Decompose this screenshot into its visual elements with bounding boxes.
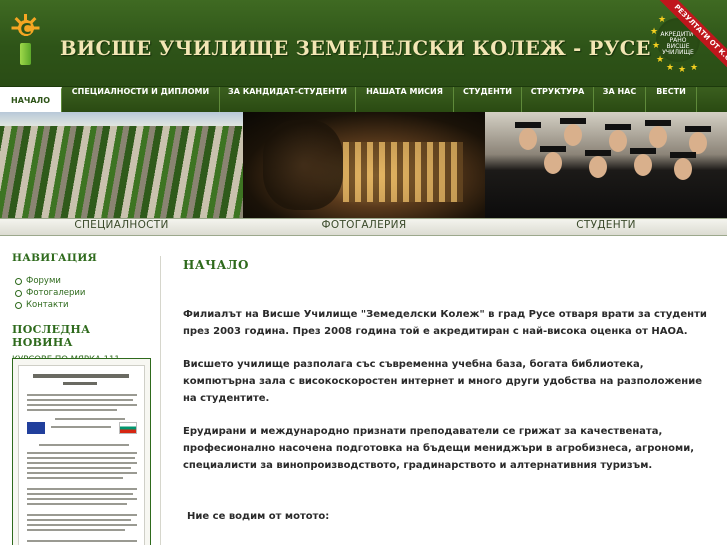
sidebar-link-contacts[interactable]: Контакти: [12, 299, 154, 311]
strip-link-students[interactable]: СТУДЕНТИ: [485, 219, 727, 236]
nav-item-specialties[interactable]: СПЕЦИАЛНОСТИ И ДИПЛОМИ: [62, 87, 220, 112]
nav-item-structure[interactable]: СТРУКТУРА: [522, 87, 594, 112]
star-icon: ★: [652, 41, 661, 51]
star-icon: ★: [656, 55, 665, 65]
site-title: ВИСШЕ УЧИЛИЩЕ ЗЕМЕДЕЛСКИ КОЛЕЖ - РУСЕ: [60, 37, 651, 60]
latest-news-heading: ПОСЛЕДНА НОВИНА: [12, 323, 91, 349]
document-image: [18, 365, 145, 545]
facilities-paragraph: Висшето училище разполага със съвременна…: [183, 359, 702, 404]
nav-item-news[interactable]: ВЕСТИ: [646, 87, 697, 112]
motto-paragraph: Ние се водим от мотото:: [187, 511, 330, 522]
main-nav: НАЧАЛО СПЕЦИАЛНОСТИ И ДИПЛОМИ ЗА КАНДИДА…: [0, 87, 727, 112]
fields-photo[interactable]: [0, 112, 243, 218]
nav-item-home[interactable]: НАЧАЛО: [0, 87, 62, 112]
left-sidebar: НАВИГАЦИЯ Форуми Фотогалерии Контакти ПО…: [12, 252, 154, 545]
photo-strip: [0, 112, 727, 218]
bulgaria-flag-icon: [119, 422, 137, 434]
sidebar-link-galleries[interactable]: Фотогалерии: [12, 287, 154, 299]
main-content: НАЧАЛО Филиалът на Висше Училище "Земеде…: [183, 252, 713, 525]
strip-link-specialties[interactable]: СПЕЦИАЛНОСТИ: [0, 219, 243, 236]
accreditation-badge[interactable]: АКРЕДИТИ- РАНО ВИСШЕ УЧИЛИЩЕ ★ ★ ★ ★ ★ ★…: [640, 0, 727, 85]
nav-item-candidates[interactable]: ЗА КАНДИДАТ-СТУДЕНТИ: [220, 87, 356, 112]
building-photo[interactable]: [243, 112, 485, 218]
news-document-thumbnail[interactable]: [12, 358, 151, 545]
strip-link-gallery[interactable]: ФОТОГАЛЕРИЯ: [243, 219, 485, 236]
site-header: C ВИСШЕ УЧИЛИЩЕ ЗЕМЕДЕЛСКИ КОЛЕЖ - РУСЕ …: [0, 0, 727, 87]
nav-item-mission[interactable]: НАШАТА МИСИЯ: [356, 87, 454, 112]
graduates-photo[interactable]: [485, 112, 727, 218]
star-icon: ★: [690, 63, 699, 73]
photo-strip-labels: СПЕЦИАЛНОСТИ ФОТОГАЛЕРИЯ СТУДЕНТИ: [0, 218, 727, 236]
column-divider: [160, 256, 161, 545]
intro-paragraph: Филиалът на Висше Училище "Земеделски Ко…: [183, 309, 707, 337]
star-icon: ★: [658, 15, 667, 25]
college-logo-icon[interactable]: C: [11, 14, 41, 66]
eu-flag-icon: [27, 422, 45, 434]
navigation-heading: НАВИГАЦИЯ: [12, 252, 98, 264]
nav-item-about[interactable]: ЗА НАС: [594, 87, 646, 112]
sidebar-link-forums[interactable]: Форуми: [12, 275, 154, 287]
star-icon: ★: [650, 27, 659, 37]
nav-item-students[interactable]: СТУДЕНТИ: [454, 87, 522, 112]
page-title: НАЧАЛО: [183, 258, 249, 272]
teachers-paragraph: Ерудирани и международно признати препод…: [183, 426, 695, 471]
star-icon: ★: [666, 63, 675, 73]
sidebar-links: Форуми Фотогалерии Контакти: [12, 275, 154, 311]
star-icon: ★: [678, 65, 687, 75]
